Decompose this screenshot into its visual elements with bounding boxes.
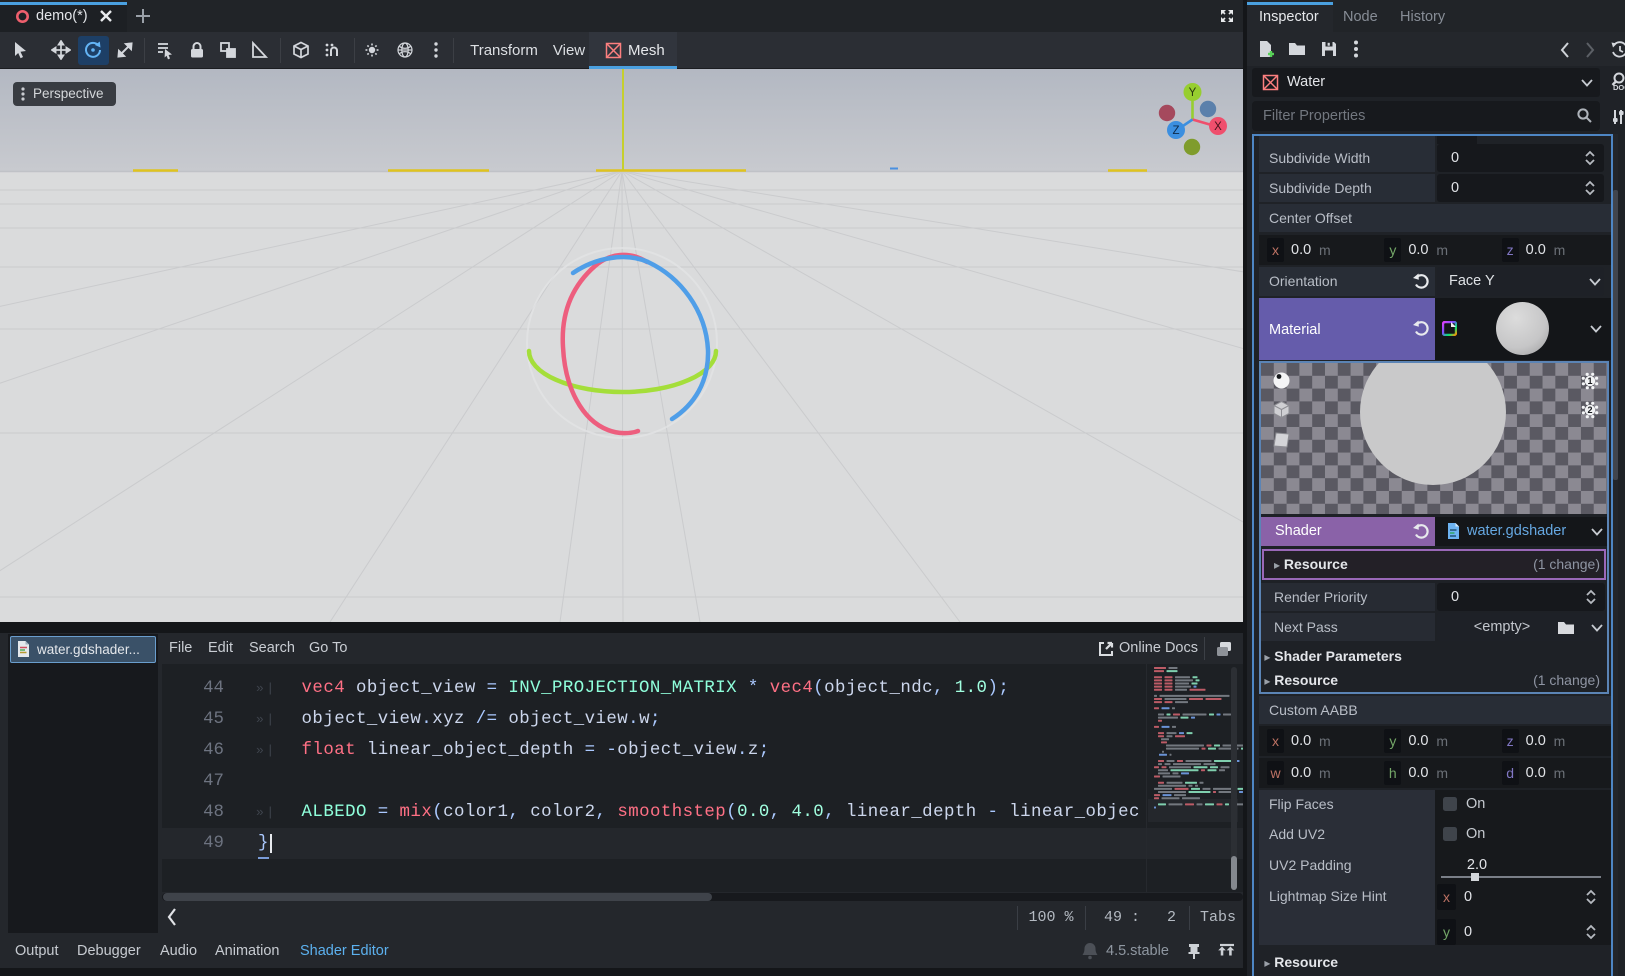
svg-text:2: 2 <box>1587 405 1592 415</box>
svg-text:1: 1 <box>1587 376 1592 386</box>
svg-text:DOC: DOC <box>1613 83 1625 92</box>
svg-text:Z: Z <box>1172 125 1179 137</box>
svg-text:X: X <box>1214 121 1222 133</box>
svg-text:Y: Y <box>1189 87 1197 99</box>
